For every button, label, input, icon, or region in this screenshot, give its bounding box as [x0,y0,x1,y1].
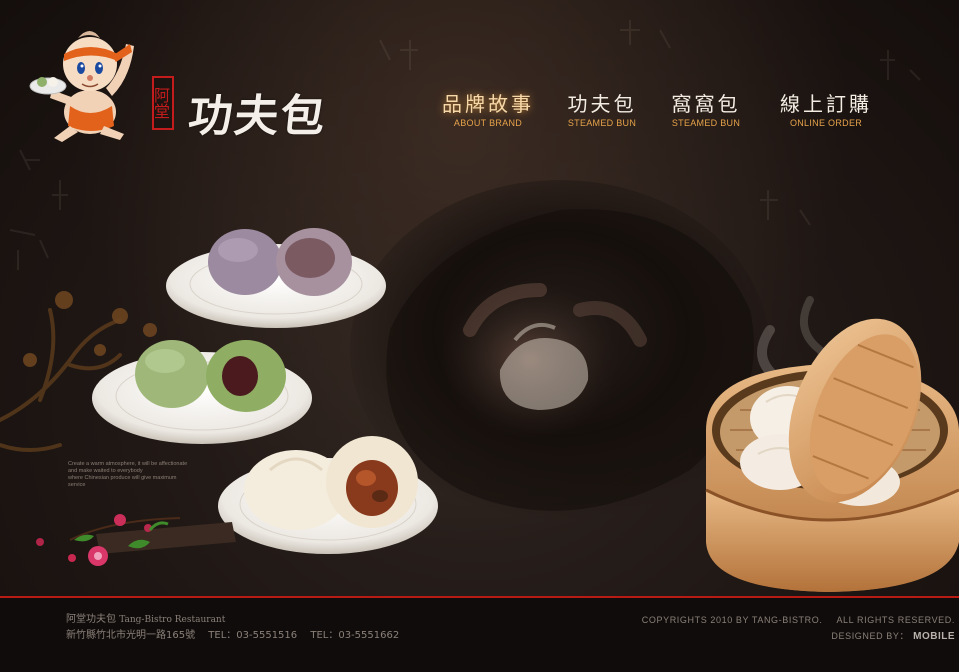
designer-logo[interactable]: MOBILE [913,629,955,645]
site-footer: 阿堂功夫包 Tang-Bistro Restaurant 新竹縣竹北市光明一路1… [0,596,959,672]
main-nav: 品牌故事 ABOUT BRAND 功夫包 STEAMED BUN 窩窩包 STE… [432,92,902,136]
nav-online-order-label: 線上訂購 [780,92,872,116]
rights-text: ALL RIGHTS RESERVED. [836,615,955,625]
nav-kungfu-bun-label: 功夫包 [567,92,637,116]
copyright-text: COPYRIGHTS 2010 BY TANG-BISTRO. [641,615,823,625]
footer-copyright: COPYRIGHTS 2010 BY TANG-BISTRO. ALL RIGHT… [642,612,955,645]
footer-contact: 阿堂功夫包 Tang-Bistro Restaurant 新竹縣竹北市光明一路1… [66,612,399,644]
footer-address: 新竹縣竹北市光明一路165號 [66,630,196,641]
page: 阿堂 功夫包 品牌故事 ABOUT BRAND 功夫包 STEAMED BUN … [0,0,959,672]
nav-wowo-bun-sublabel: STEAMED BUN [671,118,741,128]
bamboo-steamer-image [705,296,959,592]
nav-online-order-sublabel: ONLINE ORDER [789,118,863,128]
designed-by-label: DESIGNED BY： [831,631,910,641]
nav-online-order[interactable]: 線上訂購 ONLINE ORDER [778,92,874,128]
footer-tel-2: TEL：03-5551662 [310,630,400,641]
nav-wowo-bun-label: 窩窩包 [671,92,741,116]
footer-name-zh: 阿堂功夫包 [66,614,116,625]
nav-kungfu-bun[interactable]: 功夫包 STEAMED BUN [564,92,640,128]
nav-wowo-bun[interactable]: 窩窩包 STEAMED BUN [668,92,744,128]
bun-plates-image [36,228,438,566]
footer-tel-1: TEL：03-5551516 [208,630,298,641]
footer-name-en: Tang-Bistro Restaurant [119,615,226,625]
nav-kungfu-bun-sublabel: STEAMED BUN [567,118,637,128]
